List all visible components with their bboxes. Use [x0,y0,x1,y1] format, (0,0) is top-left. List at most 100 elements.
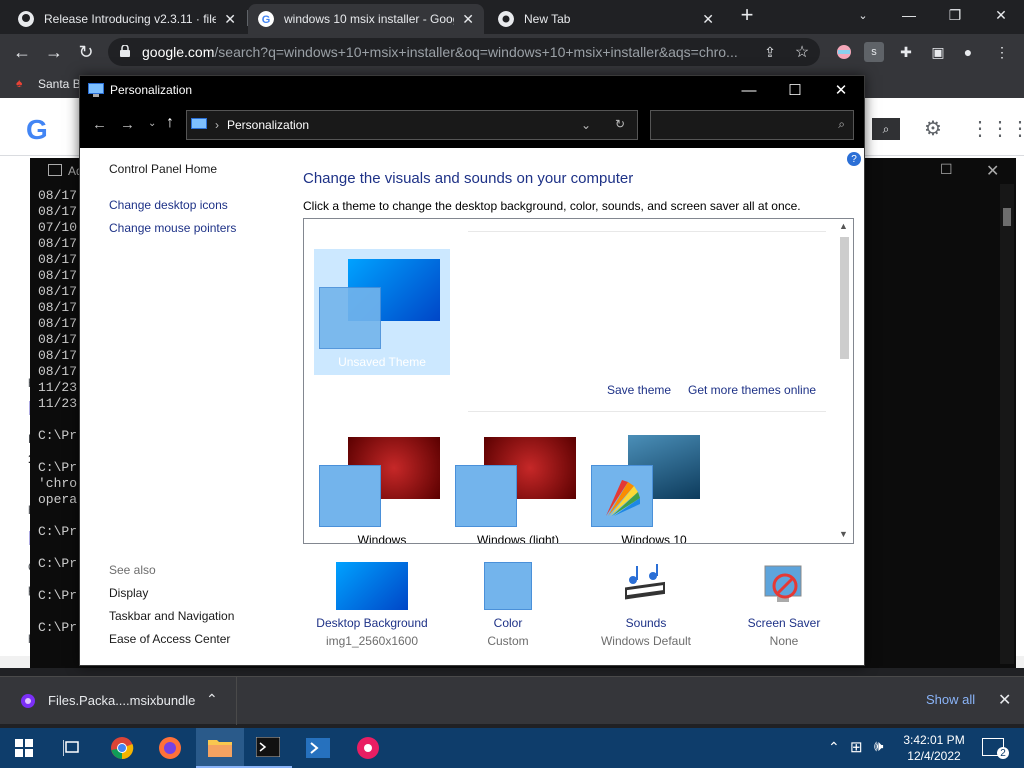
window-title: Personalization [110,83,193,97]
bookmark-star-icon[interactable]: ☆ [792,42,812,62]
tab-google-search[interactable]: G windows 10 msix installer - Google ✕ [248,4,484,34]
search-input[interactable]: ⌕ [650,110,854,140]
control-panel-home-link[interactable]: Control Panel Home [109,162,217,176]
share-icon[interactable]: ⇪ [760,42,780,62]
chevron-up-icon[interactable]: ⌃ [828,739,840,756]
notification-center-icon[interactable]: 2 [982,738,1009,759]
close-icon[interactable]: ✕ [998,690,1011,710]
desktop-background-icon [336,562,408,610]
save-theme-link[interactable]: Save theme [607,383,671,397]
search-icon[interactable]: ⌕ [872,118,900,140]
terminal-scrollbar[interactable] [1000,184,1014,664]
taskbar-navigation-link[interactable]: Taskbar and Navigation [109,609,234,623]
tab-release[interactable]: Release Introducing v2.3.11 · files ✕ [8,4,246,34]
sounds-item[interactable]: Sounds Windows Default [586,562,706,648]
forward-button[interactable]: → [40,38,68,66]
desktop-background-label: Desktop Background [316,616,428,630]
desktop-background-item[interactable]: Desktop Background img1_2560x1600 [310,562,434,648]
scroll-up-icon[interactable]: ▲ [839,221,848,231]
theme-caption: Windows (light) [476,533,560,544]
tab-new-tab[interactable]: New Tab ✕ [488,4,724,34]
minimize-button[interactable]: — [726,76,772,104]
tab-label: windows 10 msix installer - Google [284,12,455,26]
profile-icon[interactable]: ● [958,42,978,62]
display-link[interactable]: Display [109,586,148,600]
change-desktop-icons-link[interactable]: Change desktop icons [109,198,228,212]
personalization-window: Personalization — ☐ ✕ ← → ⌄ ↑ › Personal… [79,75,865,666]
ease-of-access-link[interactable]: Ease of Access Center [109,632,230,646]
chevron-up-icon[interactable]: ⌃ [206,691,218,708]
maximize-button[interactable]: ☐ [940,162,953,179]
apps-grid-icon[interactable]: ⋮⋮⋮ [970,116,1024,141]
powershell-taskbar-app[interactable] [294,728,342,768]
close-button[interactable]: ✕ [818,76,864,104]
restore-button[interactable]: ❐ [932,0,978,30]
extensions-puzzle-icon[interactable]: ✚ [896,42,916,62]
recent-locations-dropdown[interactable]: ⌄ [148,118,156,129]
theme-windows[interactable]: Windows [314,431,450,543]
screen-saver-icon [764,565,802,602]
get-more-themes-link[interactable]: Get more themes online [688,383,816,397]
chrome-icon [498,11,514,27]
bookmark-item[interactable]: Santa B [38,77,81,91]
chrome-taskbar-app[interactable] [98,728,146,768]
start-button[interactable] [0,728,48,768]
download-filename[interactable]: Files.Packa....msixbundle [48,693,195,708]
theme-color-swatch [319,287,381,349]
chevron-down-icon[interactable]: ⌄ [840,0,886,30]
terminal-taskbar-app[interactable] [244,728,292,768]
firefox-icon [159,737,181,759]
svg-text:G: G [262,14,271,26]
address-bar[interactable]: google.com/search?q=windows+10+msix+inst… [108,38,820,66]
theme-windows-10[interactable]: Windows 10 [586,431,722,543]
minimize-button[interactable]: — [886,0,932,30]
screen-saver-item[interactable]: Screen Saver None [734,562,834,648]
close-icon[interactable]: ✕ [224,11,236,28]
desktop-background-value: img1_2560x1600 [325,634,419,648]
folder-icon [208,740,232,757]
network-icon[interactable]: ⊞ [850,738,863,756]
theme-unsaved[interactable]: Unsaved Theme [314,249,450,375]
volume-icon[interactable]: 🕪 [874,738,883,755]
scroll-down-icon[interactable]: ▼ [839,529,848,539]
back-button[interactable]: ← [92,116,107,133]
download-file-icon [21,694,35,708]
forward-button[interactable]: → [120,116,135,133]
maximize-button[interactable]: ☐ [772,76,818,104]
refresh-icon[interactable]: ↻ [615,117,625,131]
up-button[interactable]: ↑ [166,114,174,132]
new-tab-button[interactable]: + [724,0,770,30]
system-clock[interactable]: 3:42:01 PM 12/4/2022 [896,732,972,764]
breadcrumb-chevron-icon: › [215,118,219,132]
theme-list-scrollbar[interactable]: ▲ ▼ [836,219,853,543]
side-panel-icon[interactable]: ▣ [928,42,948,62]
close-button[interactable]: ✕ [986,161,999,181]
show-all-button[interactable]: Show all [926,692,975,707]
search-icon: ⌕ [838,117,845,131]
gear-icon[interactable]: ⚙ [924,116,942,141]
close-window-button[interactable]: ✕ [978,0,1024,30]
scroll-thumb[interactable] [840,237,849,359]
close-icon[interactable]: ✕ [462,11,474,28]
file-explorer-taskbar-app[interactable] [196,728,244,768]
help-icon[interactable]: ? [847,152,861,166]
extension-s-icon[interactable]: s [864,42,884,62]
firefox-taskbar-app[interactable] [146,728,194,768]
breadcrumb[interactable]: › Personalization ⌄ ↻ [186,110,638,140]
reload-button[interactable]: ↻ [72,38,100,66]
chevron-down-icon[interactable]: ⌄ [581,118,591,132]
menu-icon[interactable]: ⋮ [992,42,1012,62]
color-item[interactable]: Color Custom [458,562,558,648]
app-taskbar-app[interactable] [344,728,392,768]
color-fan-icon [606,480,640,516]
scroll-thumb[interactable] [1003,208,1011,226]
task-view-button[interactable] [48,728,96,768]
personalization-icon [191,118,207,129]
theme-windows-light[interactable]: Windows (light) [450,431,586,544]
back-button[interactable]: ← [8,38,36,66]
change-mouse-pointers-link[interactable]: Change mouse pointers [109,221,236,235]
extension-icon[interactable] [834,42,854,62]
browser-tab-strip: Release Introducing v2.3.11 · files ✕ G … [0,0,1024,34]
close-icon[interactable]: ✕ [702,11,714,28]
breadcrumb-item[interactable]: Personalization [227,118,309,132]
